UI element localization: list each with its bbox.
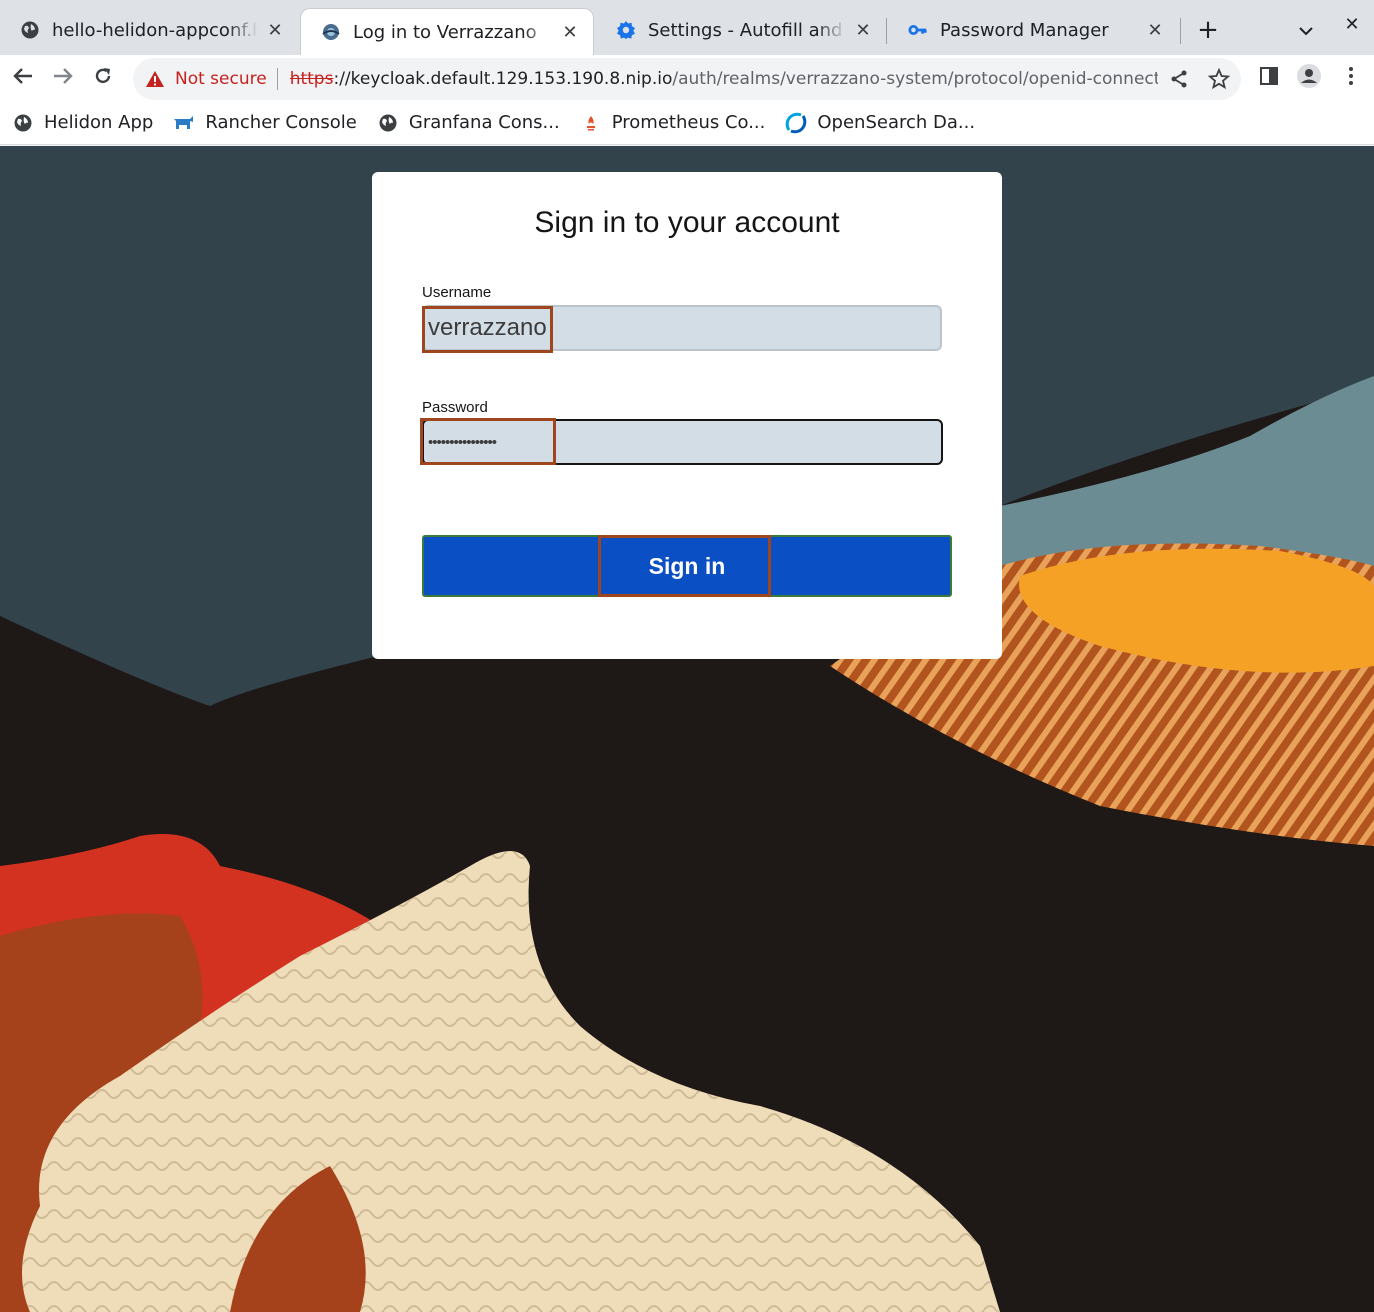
warning-icon [145, 69, 165, 89]
browser-menu-button[interactable] [1333, 60, 1369, 96]
chevron-down-icon [1298, 21, 1314, 40]
globe-icon [12, 112, 34, 134]
more-vertical-icon [1348, 66, 1354, 90]
tab-strip: hello-helidon-appconf.helidon ✕ Log in t… [0, 0, 1374, 55]
bookmark-label: Prometheus Co... [611, 112, 766, 133]
tab-separator [1180, 18, 1181, 44]
close-icon[interactable]: ✕ [559, 21, 581, 43]
reload-icon [93, 66, 113, 90]
bookmark-prometheus-console[interactable]: Prometheus Co... [580, 112, 766, 134]
browser-toolbar: Not secure https://keycloak.default.129.… [0, 55, 1374, 101]
close-icon[interactable]: ✕ [264, 19, 286, 41]
page-title: Sign in to your account [534, 206, 840, 239]
tab-separator [886, 18, 887, 44]
key-icon [908, 20, 928, 40]
bookmarks-bar: Helidon App Rancher Console Granfana Con… [0, 101, 1374, 145]
url-host: ://keycloak.default.129.153.190.8.nip.io [333, 69, 673, 89]
back-button[interactable] [5, 60, 41, 96]
window-close-button[interactable]: ✕ [1338, 10, 1366, 38]
reload-button[interactable] [85, 60, 121, 96]
tab-helidon[interactable]: hello-helidon-appconf.helidon ✕ [0, 8, 298, 52]
bookmark-label: OpenSearch Da... [817, 112, 976, 133]
tab-title: Log in to Verrazzano [353, 21, 537, 43]
password-label: Password [422, 399, 488, 416]
arrow-left-icon [13, 67, 33, 89]
bookmark-label: Granfana Cons... [408, 112, 560, 133]
bookmark-rancher-console[interactable]: Rancher Console [173, 112, 357, 134]
close-icon[interactable]: ✕ [852, 19, 874, 41]
sign-in-highlight [598, 535, 771, 597]
page-content: Sign in to your account Username verrazz… [0, 146, 1374, 1312]
verrazzano-icon [321, 22, 341, 42]
opensearch-icon [785, 112, 807, 134]
bookmark-label: Helidon App [44, 112, 154, 133]
share-icon[interactable] [1167, 67, 1191, 91]
prometheus-icon [580, 112, 602, 134]
tab-title: hello-helidon-appconf.helidon [52, 19, 258, 41]
url-text[interactable]: https://keycloak.default.129.153.190.8.n… [290, 69, 1158, 89]
address-bar[interactable]: Not secure https://keycloak.default.129.… [133, 58, 1241, 100]
arrow-right-icon [53, 67, 73, 89]
rancher-icon [173, 112, 195, 134]
avatar-icon [1296, 63, 1322, 93]
side-panel-icon [1259, 66, 1279, 90]
gear-icon [616, 20, 636, 40]
username-highlight [422, 306, 553, 353]
new-tab-button[interactable]: + [1192, 14, 1224, 46]
globe-icon [377, 112, 399, 134]
bookmark-star-icon[interactable] [1207, 67, 1231, 91]
globe-icon [20, 20, 40, 40]
bookmark-granfana-console[interactable]: Granfana Cons... [377, 112, 560, 134]
tab-verrazzano-login[interactable]: Log in to Verrazzano ✕ [300, 8, 594, 55]
tab-title: Password Manager [940, 19, 1109, 41]
password-highlight [420, 418, 556, 465]
url-path: /auth/realms/verrazzano-system/protocol/… [672, 69, 1158, 89]
bookmark-label: Rancher Console [205, 112, 357, 133]
security-status[interactable]: Not secure [175, 69, 267, 89]
tab-search-button[interactable] [1290, 14, 1322, 46]
bookmark-helidon-app[interactable]: Helidon App [12, 112, 153, 134]
tab-title: Settings - Autofill and passwords [648, 19, 846, 41]
side-panel-button[interactable] [1251, 60, 1287, 96]
tab-settings-autofill[interactable]: Settings - Autofill and passwords ✕ [596, 8, 886, 52]
profile-button[interactable] [1291, 60, 1327, 96]
url-scheme: https [289, 69, 334, 89]
bookmark-opensearch-dashboards[interactable]: OpenSearch Da... [785, 112, 975, 134]
close-icon[interactable]: ✕ [1144, 19, 1166, 41]
username-label: Username [422, 284, 492, 301]
divider [276, 68, 278, 90]
forward-button[interactable] [45, 60, 81, 96]
login-card: Sign in to your account Username verrazz… [372, 172, 1002, 659]
tab-password-manager[interactable]: Password Manager ✕ [888, 8, 1178, 52]
